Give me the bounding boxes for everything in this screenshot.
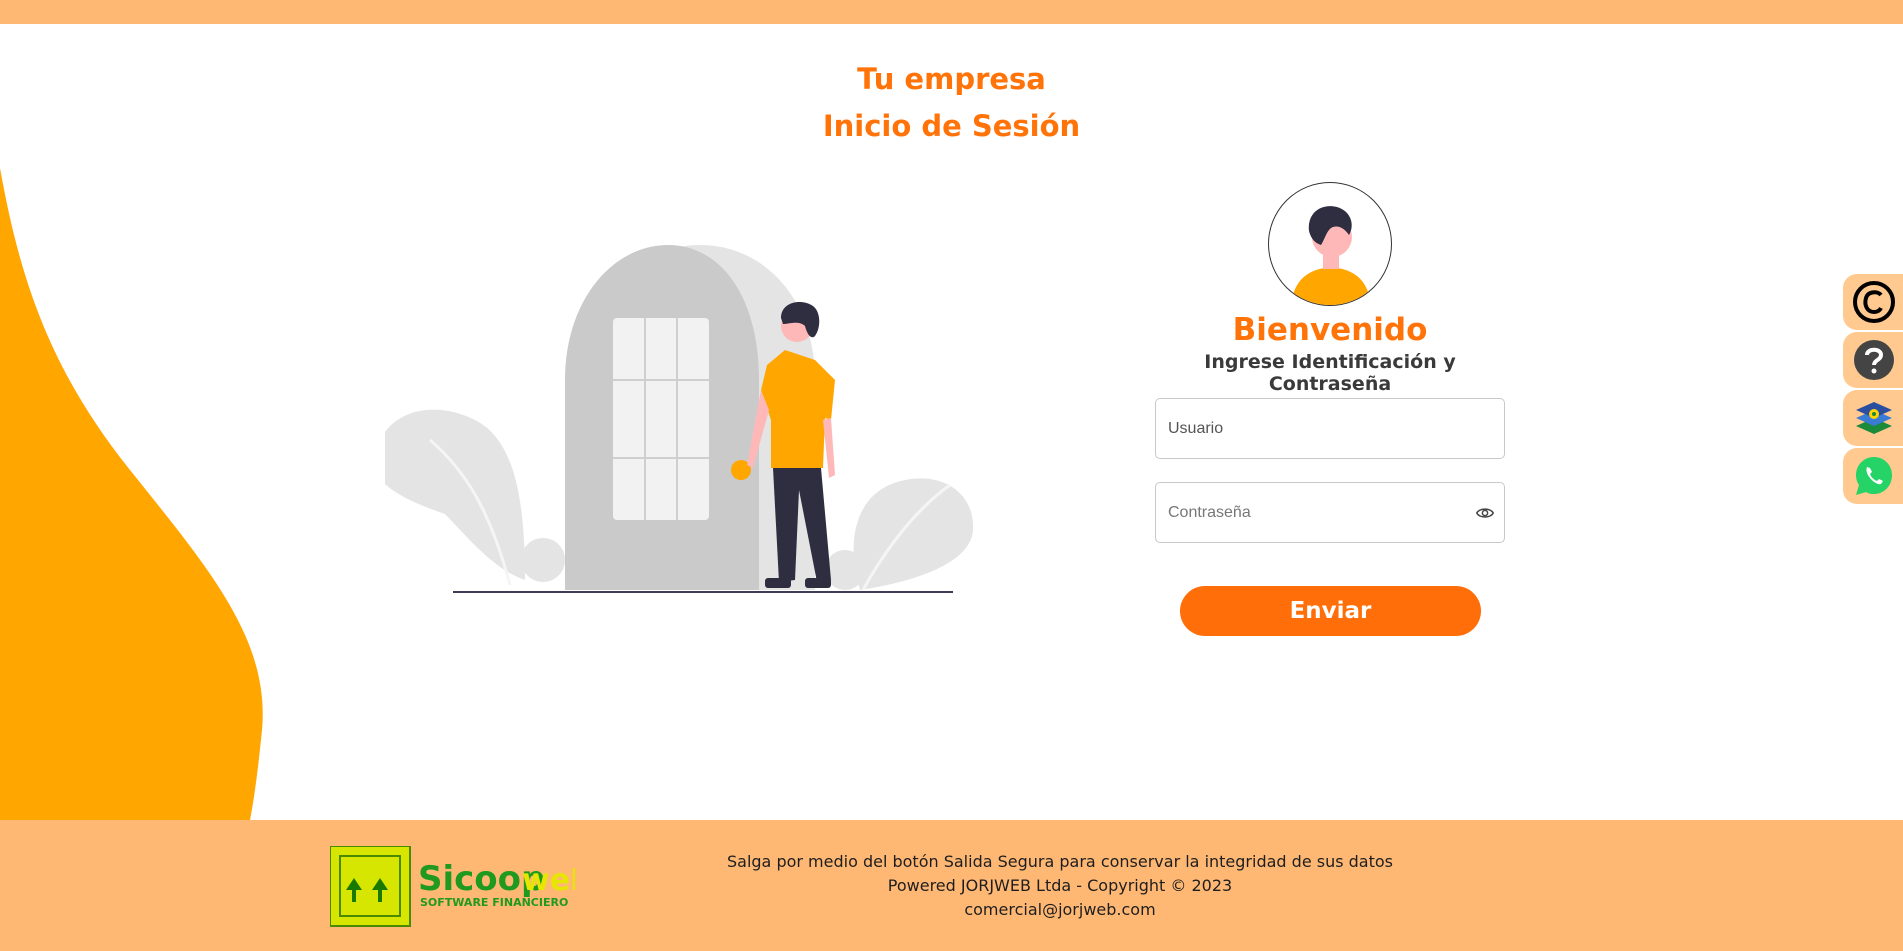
footer-contact-email: comercial@jorjweb.com: [964, 900, 1156, 919]
side-tab-whatsapp[interactable]: [1843, 448, 1903, 504]
username-input[interactable]: [1156, 399, 1456, 458]
password-input[interactable]: [1156, 483, 1456, 542]
password-field[interactable]: [1155, 482, 1505, 543]
whatsapp-icon: [1856, 457, 1892, 495]
footer-security-notice: Salga por medio del botón Salida Segura …: [726, 852, 1393, 871]
copyright-icon: [1853, 281, 1895, 323]
side-tab-layers[interactable]: [1843, 390, 1903, 446]
svg-text:SOFTWARE FINANCIERO: SOFTWARE FINANCIERO: [420, 896, 568, 909]
layers-icon: [1856, 402, 1892, 434]
page-heading: Tu empresa Inicio de Sesión: [0, 56, 1903, 150]
user-avatar-icon: [1291, 206, 1371, 305]
login-instructions: Ingrese Identificación y Contraseña: [1204, 351, 1456, 395]
sicoopweb-logo: Sicoop weB SOFTWARE FINANCIERO: [330, 846, 575, 927]
door-illustration: [385, 245, 974, 593]
help-icon: [1854, 340, 1894, 380]
top-bar: [0, 0, 1903, 24]
welcome-heading: Bienvenido: [1232, 312, 1428, 348]
footer-copyright: Powered JORJWEB Ltda - Copyright © 2023: [887, 876, 1233, 895]
company-name: Tu empresa: [857, 62, 1046, 96]
svg-text:weB: weB: [522, 863, 575, 898]
footer-text: Salga por medio del botón Salida Segura …: [660, 850, 1460, 922]
footer: Sicoop weB SOFTWARE FINANCIERO Salga por…: [0, 820, 1903, 951]
submit-button[interactable]: Enviar: [1180, 586, 1481, 636]
page-title: Inicio de Sesión: [822, 109, 1081, 143]
user-avatar: [1268, 182, 1392, 306]
side-tab-copyright[interactable]: [1843, 274, 1903, 330]
username-field[interactable]: [1155, 398, 1505, 459]
eye-icon[interactable]: [1476, 505, 1494, 521]
side-tab-help[interactable]: [1843, 332, 1903, 388]
